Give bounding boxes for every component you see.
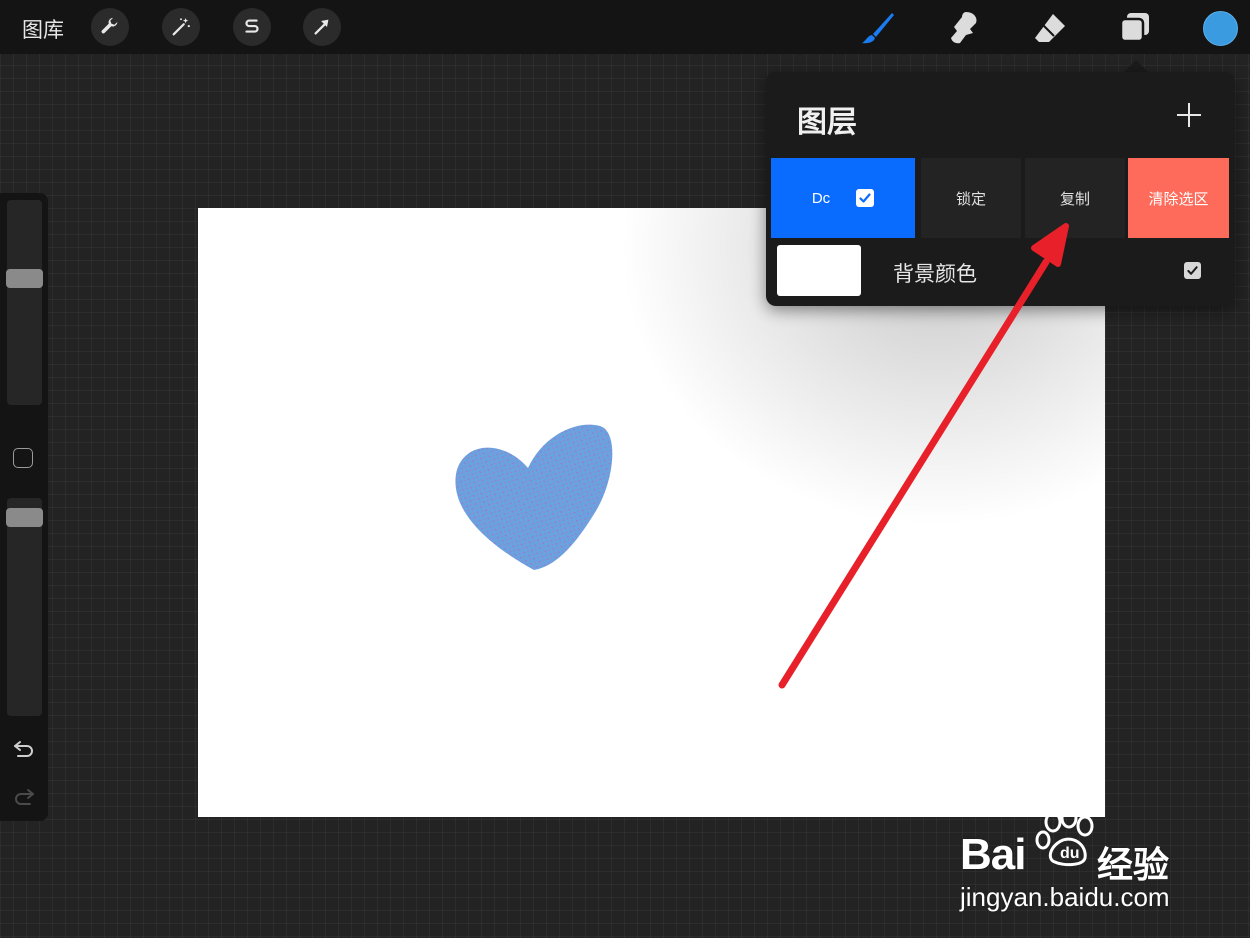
opacity-thumb[interactable] xyxy=(6,507,43,527)
gallery-button[interactable]: 图库 xyxy=(22,14,64,44)
smudge-icon xyxy=(951,12,977,44)
heart-drawing xyxy=(455,424,613,570)
selection-button[interactable] xyxy=(233,8,271,46)
clear-selection-button[interactable]: 清除选区 xyxy=(1128,158,1229,238)
layer-visibility-checkbox[interactable] xyxy=(856,189,875,207)
checkmark-icon xyxy=(1187,266,1198,275)
smudge-tool-button[interactable] xyxy=(943,8,983,48)
duplicate-layer-button[interactable]: 复制 xyxy=(1025,158,1125,238)
layers-tool-button[interactable] xyxy=(1115,8,1155,48)
brush-size-thumb[interactable] xyxy=(6,268,43,288)
brush-tool-button[interactable] xyxy=(858,8,898,48)
redo-icon xyxy=(15,789,34,805)
color-picker-button[interactable] xyxy=(1203,11,1238,46)
background-color-label: 背景颜色 xyxy=(893,263,977,286)
layers-icon xyxy=(1119,13,1149,43)
opacity-slider[interactable] xyxy=(7,498,42,716)
transform-button[interactable] xyxy=(303,8,341,46)
undo-button[interactable] xyxy=(12,738,36,760)
redo-button[interactable] xyxy=(12,786,36,808)
brush-icon xyxy=(862,13,894,44)
modify-button[interactable] xyxy=(13,448,33,468)
wrench-icon xyxy=(101,17,118,34)
top-toolbar: 图库 xyxy=(0,0,1250,54)
left-sidebar xyxy=(0,193,48,821)
eraser-icon xyxy=(1035,14,1065,42)
eraser-tool-button[interactable] xyxy=(1030,8,1070,48)
transform-arrow-icon xyxy=(314,19,329,35)
watermark-url: jingyan.baidu.com xyxy=(960,882,1170,912)
actions-wrench-button[interactable] xyxy=(91,8,129,46)
watermark-brand-suffix: 经验 xyxy=(1097,844,1170,885)
layer-row-dc[interactable]: Dc xyxy=(771,158,915,238)
layer-name: Dc xyxy=(811,189,831,207)
adjustments-button[interactable] xyxy=(162,8,200,46)
layers-panel-title: 图层 xyxy=(797,106,857,139)
lock-layer-button[interactable]: 锁定 xyxy=(921,158,1021,238)
background-visibility-checkbox[interactable] xyxy=(1184,262,1201,279)
selection-icon xyxy=(245,19,259,33)
brush-size-slider[interactable] xyxy=(7,200,42,405)
background-color-row[interactable]: 背景颜色 xyxy=(766,242,1235,302)
paw-logo-icon: du xyxy=(1035,807,1094,867)
checkmark-icon xyxy=(859,193,871,203)
watermark-brand: Bai xyxy=(960,830,1026,879)
layers-panel: 图层 Dc 锁定 复制 清除选区 背景颜色 xyxy=(766,72,1235,306)
svg-text:du: du xyxy=(1060,845,1080,862)
add-layer-button[interactable] xyxy=(1174,100,1204,130)
baidu-watermark: du Bai 经验 jingyan.baidu.com xyxy=(955,800,1195,920)
background-color-thumbnail xyxy=(777,245,861,296)
plus-icon xyxy=(1177,103,1201,127)
undo-icon xyxy=(14,741,33,757)
magic-wand-icon xyxy=(172,17,190,36)
